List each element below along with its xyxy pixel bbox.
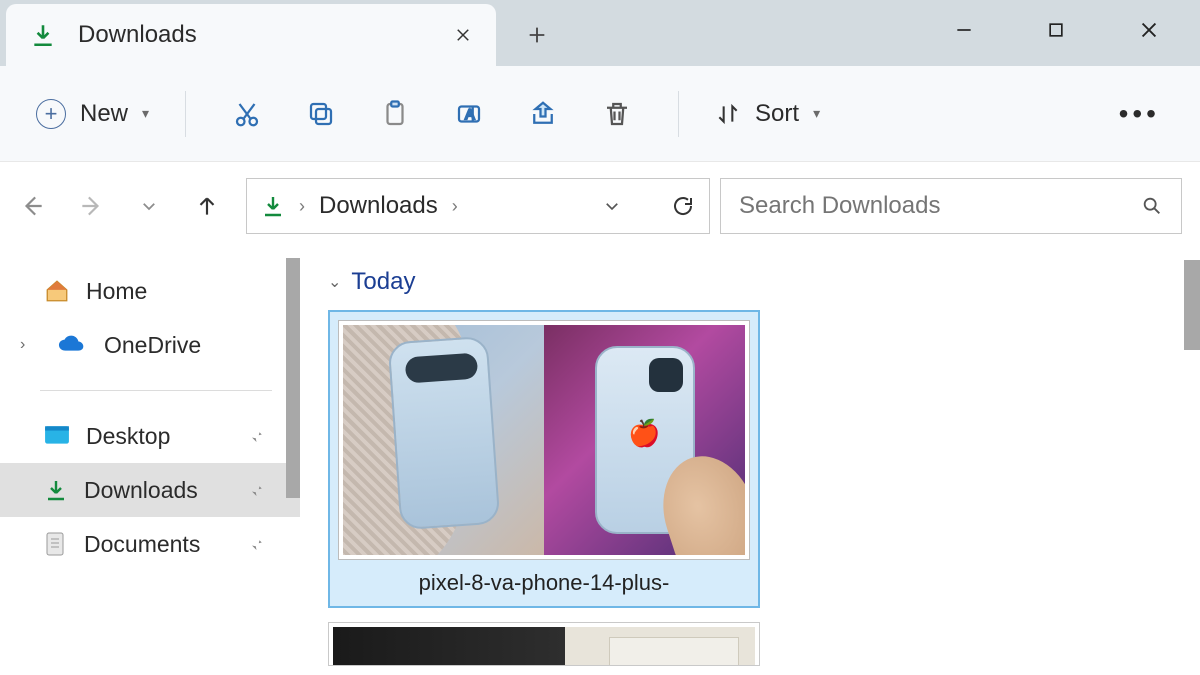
file-thumbnail: 🍎 [338,320,750,560]
back-button[interactable] [14,187,52,225]
download-icon [44,478,68,502]
sidebar-item-documents[interactable]: Documents [0,517,300,571]
file-item[interactable] [328,622,760,666]
tab-downloads[interactable]: Downloads [6,4,496,66]
sort-button[interactable]: Sort ▾ [707,94,828,134]
search-icon [1141,195,1163,217]
plus-circle-icon: + [36,99,66,129]
search-input[interactable] [739,192,1141,220]
sort-button-label: Sort [755,100,799,128]
paste-button[interactable] [362,86,428,142]
sidebar-item-label: Home [86,278,147,305]
close-tab-button[interactable] [448,20,478,50]
nav-arrows [14,187,236,225]
navigation-pane: Home › OneDrive Desktop Downloads [0,250,300,675]
documents-icon [44,531,68,557]
window-controls [954,0,1200,60]
up-button[interactable] [188,187,226,225]
sidebar-scrollbar[interactable] [286,258,300,498]
download-icon [261,194,285,218]
address-dropdown-button[interactable] [603,197,621,215]
sort-icon [715,101,741,127]
chevron-down-icon: ▾ [142,105,149,122]
home-icon [44,278,70,304]
delete-button[interactable] [584,86,650,142]
toolbar: + New ▾ A Sort ▾ ••• [0,66,1200,162]
download-icon [30,22,56,48]
pin-icon [246,427,264,445]
file-list: ⌄ Today 🍎 pixel-8-va-phone-14-plus- [300,250,1200,675]
cut-button[interactable] [214,86,280,142]
new-button-label: New [80,100,128,128]
new-button[interactable]: + New ▾ [28,93,157,135]
file-item-selected[interactable]: 🍎 pixel-8-va-phone-14-plus- [328,310,760,608]
sidebar-separator [40,390,272,391]
refresh-button[interactable] [671,194,695,218]
onedrive-icon [58,335,88,355]
recent-locations-button[interactable] [130,187,168,225]
copy-button[interactable] [288,86,354,142]
sidebar-item-desktop[interactable]: Desktop [0,409,300,463]
share-button[interactable] [510,86,576,142]
file-thumbnail [328,622,760,666]
tab-title: Downloads [78,21,448,49]
forward-button[interactable] [72,187,110,225]
breadcrumb-separator: › [299,196,305,217]
sidebar-item-label: Desktop [86,423,170,450]
maximize-button[interactable] [1046,20,1066,40]
sidebar-item-downloads[interactable]: Downloads [0,463,300,517]
content-area: Home › OneDrive Desktop Downloads [0,250,1200,675]
breadcrumb-folder[interactable]: Downloads [319,192,438,220]
rename-button[interactable]: A [436,86,502,142]
minimize-button[interactable] [954,20,974,40]
close-window-button[interactable] [1138,19,1160,41]
file-name: pixel-8-va-phone-14-plus- [338,560,750,600]
sidebar-item-label: Documents [84,531,200,558]
desktop-icon [44,425,70,447]
sidebar-item-label: OneDrive [104,332,201,359]
titlebar: Downloads [0,0,1200,66]
new-tab-button[interactable] [510,8,564,62]
search-box[interactable] [720,178,1182,234]
chevron-down-icon: ⌄ [328,272,341,292]
sidebar-item-onedrive[interactable]: › OneDrive [0,318,300,372]
nav-row: › Downloads › [0,162,1200,250]
sidebar-item-label: Downloads [84,477,198,504]
pin-icon [246,535,264,553]
separator [185,91,186,137]
main-scrollbar[interactable] [1184,260,1200,350]
pin-icon [246,481,264,499]
group-header-label: Today [351,268,415,296]
breadcrumb-separator: › [452,196,458,217]
chevron-down-icon: ▾ [813,105,820,122]
address-bar[interactable]: › Downloads › [246,178,710,234]
expand-chevron-icon[interactable]: › [20,336,42,354]
separator [678,91,679,137]
more-button[interactable]: ••• [1107,98,1172,130]
sidebar-item-home[interactable]: Home [0,264,300,318]
group-header-today[interactable]: ⌄ Today [328,268,1192,296]
